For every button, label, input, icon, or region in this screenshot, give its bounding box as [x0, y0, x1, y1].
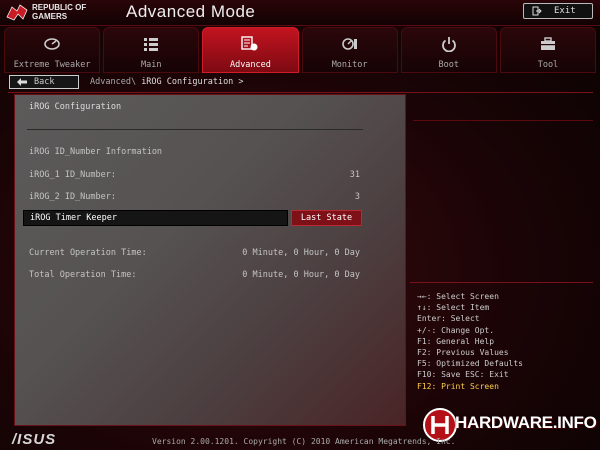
tab-extreme-tweaker[interactable]: Extreme Tweaker [4, 27, 101, 73]
tab-tool[interactable]: Tool [499, 27, 597, 73]
breadcrumb: Advanced\ iROG Configuration > [90, 77, 244, 87]
section-divider [27, 129, 363, 130]
help-item: +/-: Change Opt. [417, 325, 495, 335]
current-time-value: 0 Minute, 0 Hour, 0 Day [242, 248, 360, 258]
bios-screen: REPUBLIC OF GAMERS Advanced Mode Exit Ex… [0, 0, 600, 450]
irog2-id-value: 3 [354, 192, 360, 202]
tab-main[interactable]: Main [103, 27, 200, 73]
tab-label: Monitor [331, 60, 368, 70]
list-icon [144, 38, 159, 51]
brand-line-1: REPUBLIC OF [32, 3, 87, 12]
tab-label: Extreme Tweaker [13, 60, 91, 70]
info-heading: iROG ID_Number Information [29, 147, 163, 157]
help-item: F2: Previous Values [417, 348, 509, 358]
tab-label: Advanced [229, 60, 271, 70]
section-title: iROG Configuration [29, 102, 122, 112]
back-button[interactable]: Back [9, 75, 79, 89]
header-bar: REPUBLIC OF GAMERS Advanced Mode Exit [0, 0, 600, 26]
monitor-icon [341, 38, 357, 50]
total-time-label: Total Operation Time: [29, 270, 137, 280]
settings-panel: iROG Configuration iROG ID_Number Inform… [14, 94, 406, 426]
tab-boot[interactable]: Boot [400, 27, 497, 73]
mode-title: Advanced Mode [126, 2, 256, 21]
watermark-text: HARDWARE.INFO [455, 413, 597, 432]
breadcrumb-current: iROG Configuration > [141, 77, 244, 87]
tab-monitor[interactable]: Monitor [301, 27, 398, 73]
rog-brand-text: REPUBLIC OF GAMERS [32, 3, 86, 21]
tab-advanced[interactable]: Advanced [202, 27, 299, 73]
exit-label: Exit [554, 6, 576, 16]
tab-bar: Extreme Tweaker Main Advanced Monitor Bo… [4, 27, 597, 73]
back-arrow-icon [17, 78, 27, 86]
help-item: F5: Optimized Defaults [417, 359, 523, 369]
help-divider [410, 282, 593, 283]
help-item: F10: Save ESC: Exit [417, 370, 509, 380]
key-help-list: →←: Select Screen ↑↓: Select Item Enter:… [417, 291, 523, 392]
version-text: Version 2.00.1201. Copyright (C) 2010 Am… [152, 437, 456, 446]
back-label: Back [34, 77, 55, 87]
help-item: ↑↓: Select Item [417, 303, 490, 313]
exit-icon [532, 6, 542, 16]
irog2-id-label: iROG_2 ID_Number: [29, 192, 116, 202]
tab-label: Boot [438, 60, 460, 70]
total-time-value: 0 Minute, 0 Hour, 0 Day [242, 270, 360, 280]
help-item: Enter: Select [417, 314, 480, 324]
timer-keeper-label: iROG Timer Keeper [30, 213, 117, 223]
current-time-label: Current Operation Time: [29, 248, 147, 258]
brand-line-2: GAMERS [32, 12, 68, 21]
side-divider [413, 120, 593, 121]
gauge-icon [44, 38, 60, 50]
tab-label: Tool [537, 60, 559, 70]
help-item: →←: Select Screen [417, 292, 499, 301]
breadcrumb-parent[interactable]: Advanced\ [90, 77, 136, 87]
exit-button[interactable]: Exit [523, 3, 593, 19]
power-icon [441, 37, 456, 52]
asus-logo: /ISUS [12, 431, 57, 448]
advanced-icon [241, 36, 258, 51]
help-item: F1: General Help [417, 336, 495, 346]
timer-keeper-row[interactable]: iROG Timer Keeper [23, 210, 288, 226]
rog-logo-icon [6, 4, 28, 21]
irog1-id-label: iROG_1 ID_Number: [29, 170, 116, 180]
toolbox-icon [540, 37, 555, 50]
irog1-id-value: 31 [349, 170, 360, 180]
tab-label: Main [141, 60, 162, 70]
timer-keeper-select[interactable]: Last State [291, 210, 362, 226]
help-item-highlight: F12: Print Screen [417, 381, 499, 391]
nav-divider [8, 92, 593, 93]
